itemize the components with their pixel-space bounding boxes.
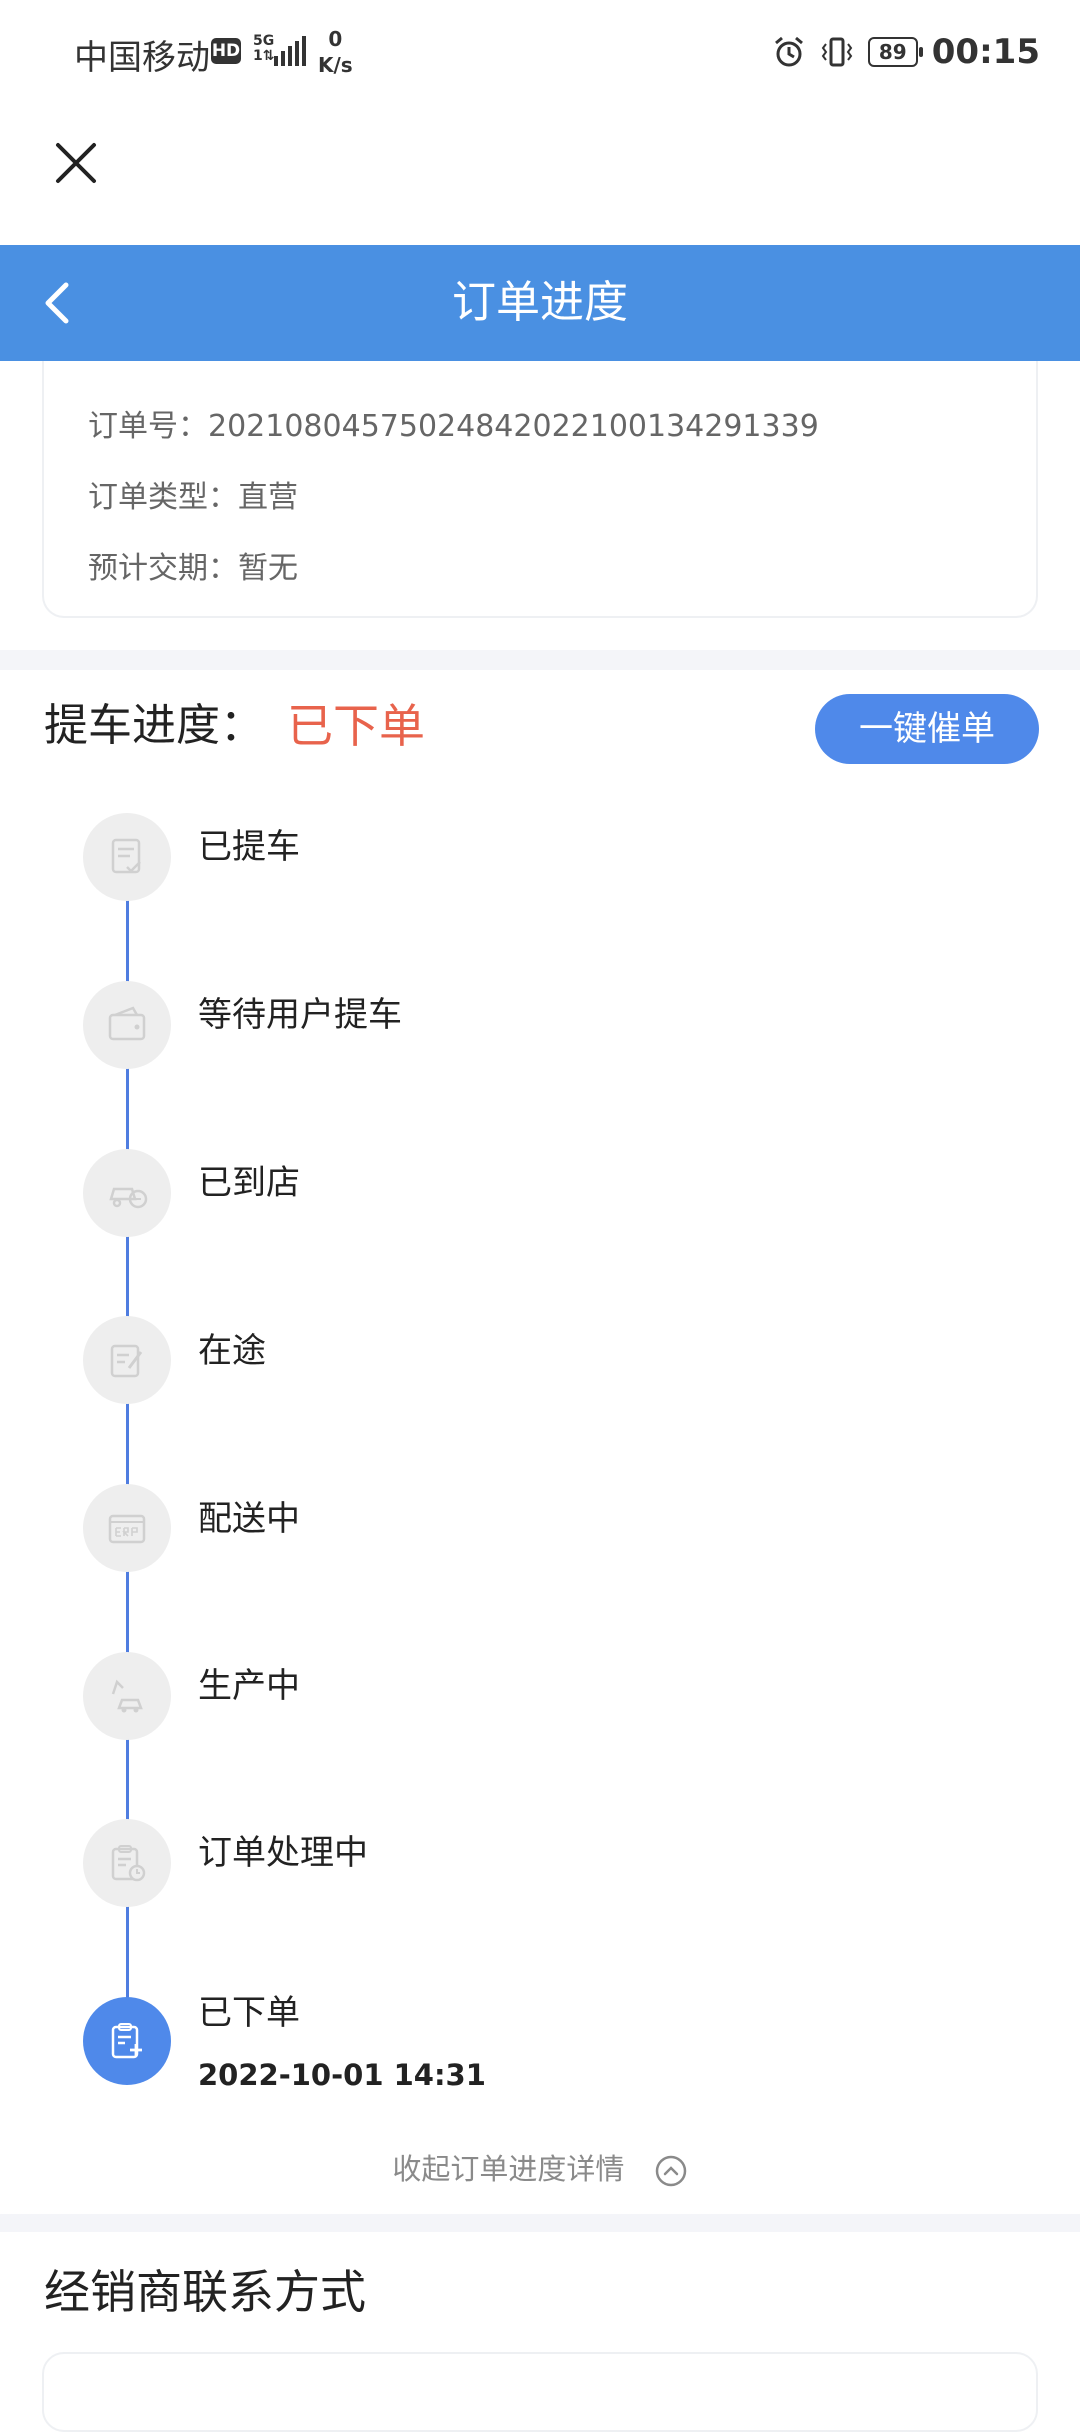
car-shop-icon [109, 1187, 148, 1209]
erp-box-icon [108, 1514, 146, 1544]
dealer-section-title: 经销商联系方式 [44, 2265, 366, 2319]
step-label: 订单处理中 [198, 1833, 368, 1873]
chevron-up-icon [655, 2155, 686, 2187]
dealer-contact-card [42, 2352, 1038, 2432]
order-number: 订单号：20210804575024842022100134291339 [88, 409, 819, 444]
section-divider [0, 650, 1080, 670]
edit-note-icon [110, 1344, 143, 1378]
order-delivery-date: 预计交期：暂无 [88, 551, 298, 586]
step-label: 已提车 [198, 827, 300, 867]
step-icon-circle [83, 1819, 171, 1907]
alarm-icon [774, 36, 803, 67]
top-bar [0, 105, 1080, 245]
order-info-card: 订单号：20210804575024842022100134291339 订单类… [42, 361, 1038, 618]
factory-car-icon [111, 1679, 143, 1713]
page-title: 订单进度 [452, 277, 628, 328]
step-label: 配送中 [198, 1499, 300, 1539]
step-label: 已到店 [198, 1163, 300, 1203]
step-icon-circle [83, 981, 171, 1069]
step-icon-circle [83, 813, 171, 901]
nav-bar: 订单进度 [0, 245, 1080, 361]
network-speed: 0 K/s [318, 27, 353, 77]
step-icon-circle [83, 1149, 171, 1237]
step-icon-circle [83, 1316, 171, 1404]
step-label: 等待用户提车 [198, 995, 402, 1035]
collapse-label: 收起订单进度详情 [392, 2152, 625, 2186]
vibrate-icon [821, 37, 853, 67]
document-check-icon [111, 838, 141, 874]
clipboard-add-icon [111, 2023, 142, 2059]
close-icon[interactable] [48, 135, 104, 191]
status-bar: 中国移动 HD 5G 1⇅ 0 K/s 89 00:15 [0, 0, 1080, 105]
hd-badge: HD [211, 38, 241, 64]
battery-indicator: 89 [867, 37, 923, 67]
status-right: 89 00:15 [772, 27, 1040, 77]
step-time: 2022-10-01 14:31 [198, 2058, 486, 2092]
carrier-name: 中国移动 [74, 38, 210, 78]
order-type: 订单类型：直营 [88, 480, 298, 515]
step-icon-circle [83, 1484, 171, 1572]
section-divider [0, 2214, 1080, 2232]
step-label: 生产中 [198, 1666, 300, 1706]
clipboard-clock-icon [111, 1845, 146, 1882]
collapse-progress-toggle[interactable]: 收起订单进度详情 [0, 2146, 1080, 2192]
step-icon-circle [83, 1652, 171, 1740]
step-icon-circle-active [83, 1997, 171, 2085]
timeline-line [126, 899, 129, 1998]
signal-icon [274, 36, 306, 66]
clock: 00:15 [931, 32, 1040, 72]
step-label: 已下单 [198, 1993, 300, 2033]
network-type: 5G 1⇅ [253, 33, 275, 64]
progress-status: 已下单 [287, 699, 425, 753]
step-label: 在途 [198, 1331, 266, 1371]
progress-header: 提车进度： [44, 700, 264, 751]
wallet-icon [108, 1006, 146, 1041]
urge-order-button[interactable]: 一键催单 [815, 694, 1039, 764]
